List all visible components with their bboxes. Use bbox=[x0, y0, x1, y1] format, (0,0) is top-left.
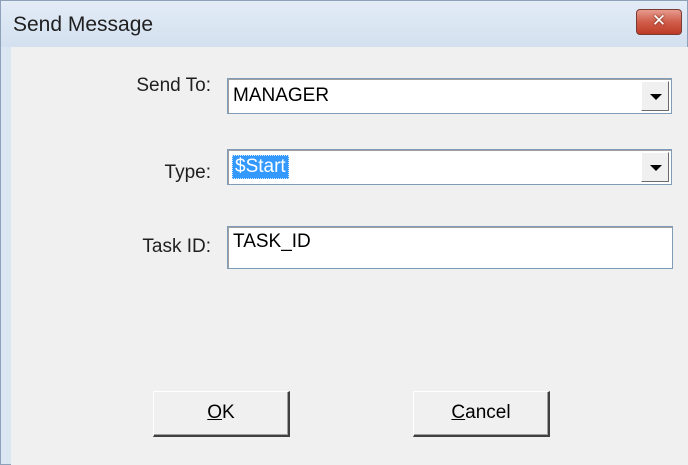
send-to-dropdown-button[interactable] bbox=[641, 81, 669, 111]
send-message-dialog: Send Message ✕ Send To: MANAGER Type: $S… bbox=[0, 0, 688, 465]
send-to-value: MANAGER bbox=[233, 85, 330, 106]
close-icon: ✕ bbox=[651, 11, 667, 31]
type-label: Type: bbox=[164, 162, 211, 183]
ok-label: K bbox=[222, 402, 235, 423]
window-title: Send Message bbox=[13, 13, 154, 36]
type-dropdown-button[interactable] bbox=[641, 152, 669, 182]
type-combobox[interactable]: $Start bbox=[227, 149, 672, 185]
send-to-label: Send To: bbox=[136, 75, 211, 96]
cancel-label: ancel bbox=[465, 402, 511, 423]
close-button[interactable]: ✕ bbox=[636, 9, 682, 35]
send-to-combobox[interactable]: MANAGER bbox=[227, 78, 672, 114]
chevron-down-icon bbox=[650, 165, 662, 171]
task-id-value: TASK_ID bbox=[233, 231, 311, 252]
type-value: $Start bbox=[232, 155, 289, 179]
cancel-mnemonic: C bbox=[451, 402, 466, 423]
chevron-down-icon bbox=[650, 94, 662, 100]
ok-button[interactable]: OK bbox=[153, 391, 290, 437]
task-id-input[interactable]: TASK_ID bbox=[227, 226, 673, 269]
ok-mnemonic: O bbox=[207, 402, 223, 423]
title-bar[interactable]: Send Message ✕ bbox=[1, 1, 687, 47]
dialog-body: Send To: MANAGER Type: $Start Task ID: T… bbox=[11, 47, 688, 465]
task-id-label: Task ID: bbox=[142, 236, 211, 257]
cancel-button[interactable]: Cancel bbox=[413, 391, 550, 437]
